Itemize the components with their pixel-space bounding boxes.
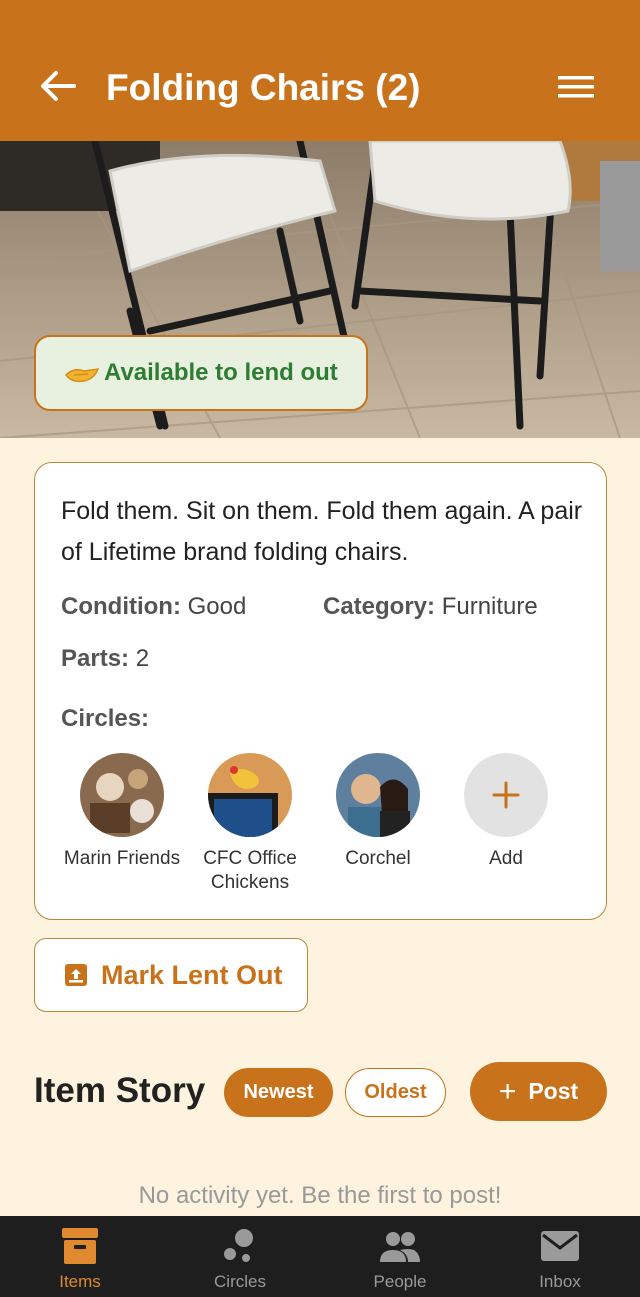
post-button[interactable]: + Post xyxy=(470,1062,607,1121)
page-title: Folding Chairs (2) xyxy=(106,67,421,108)
circle-name: CFC Office Chickens xyxy=(203,848,297,893)
nav-people[interactable]: People xyxy=(320,1216,480,1297)
condition-field: Condition: Good xyxy=(61,593,246,621)
mark-lent-out-button[interactable]: Mark Lent Out xyxy=(34,938,308,1012)
post-label: Post xyxy=(528,1078,579,1104)
circle-name: Add xyxy=(489,848,523,869)
nav-items[interactable]: Items xyxy=(0,1216,160,1297)
nav-label: People xyxy=(373,1272,427,1291)
availability-badge: Available to lend out xyxy=(34,335,368,411)
add-circle-button[interactable]: Add xyxy=(436,753,576,871)
circle-corchel[interactable]: Corchel xyxy=(308,753,448,871)
nav-inbox[interactable]: Inbox xyxy=(480,1216,640,1297)
condition-label: Condition: xyxy=(61,593,181,620)
parts-value: 2 xyxy=(135,645,150,672)
parts-field: Parts: 2 xyxy=(61,645,149,673)
hamburger-icon xyxy=(558,76,594,98)
circle-name: Marin Friends xyxy=(63,848,181,869)
avatar xyxy=(208,753,292,837)
back-button[interactable] xyxy=(36,64,80,108)
item-description: Fold them. Sit on them. Fold them again.… xyxy=(61,497,583,566)
handshake-icon xyxy=(65,368,100,383)
plus-icon xyxy=(464,753,548,837)
mail-icon xyxy=(541,1231,579,1261)
category-value: Furniture xyxy=(441,593,538,620)
availability-label: Available to lend out xyxy=(104,359,338,386)
avatar xyxy=(336,753,420,837)
arrow-left-icon xyxy=(41,71,76,101)
nav-label: Circles xyxy=(214,1272,266,1291)
circles-heading: Circles: xyxy=(61,705,150,732)
mark-lent-out-label: Mark Lent Out xyxy=(101,959,283,990)
item-story-heading: Item Story xyxy=(34,1071,206,1110)
sort-oldest-chip[interactable]: Oldest xyxy=(345,1068,446,1117)
plus-icon: + xyxy=(498,1074,517,1108)
app-bar: Folding Chairs (2) xyxy=(0,0,640,141)
circle-name: Corchel xyxy=(345,848,411,869)
archive-icon xyxy=(62,1228,98,1264)
bubbles-icon xyxy=(224,1229,253,1262)
empty-activity-message: No activity yet. Be the first to post! xyxy=(138,1182,502,1209)
nav-label: Items xyxy=(59,1272,101,1291)
parts-label: Parts: xyxy=(61,645,130,672)
outbox-icon xyxy=(65,964,87,986)
item-details-card: Fold them. Sit on them. Fold them again.… xyxy=(34,462,607,920)
avatar xyxy=(80,753,164,837)
condition-value: Good xyxy=(187,593,247,620)
people-icon xyxy=(380,1232,420,1262)
bottom-nav: Items Circles People Inbox xyxy=(0,1216,640,1297)
circle-marin-friends[interactable]: Marin Friends xyxy=(52,753,192,871)
circle-cfc-office-chickens[interactable]: CFC Office Chickens xyxy=(180,753,320,895)
category-field: Category: Furniture xyxy=(323,593,538,621)
sort-newest-chip[interactable]: Newest xyxy=(224,1068,333,1117)
menu-button[interactable] xyxy=(554,68,598,106)
category-label: Category: xyxy=(323,593,436,620)
nav-label: Inbox xyxy=(539,1272,581,1291)
nav-circles[interactable]: Circles xyxy=(160,1216,320,1297)
